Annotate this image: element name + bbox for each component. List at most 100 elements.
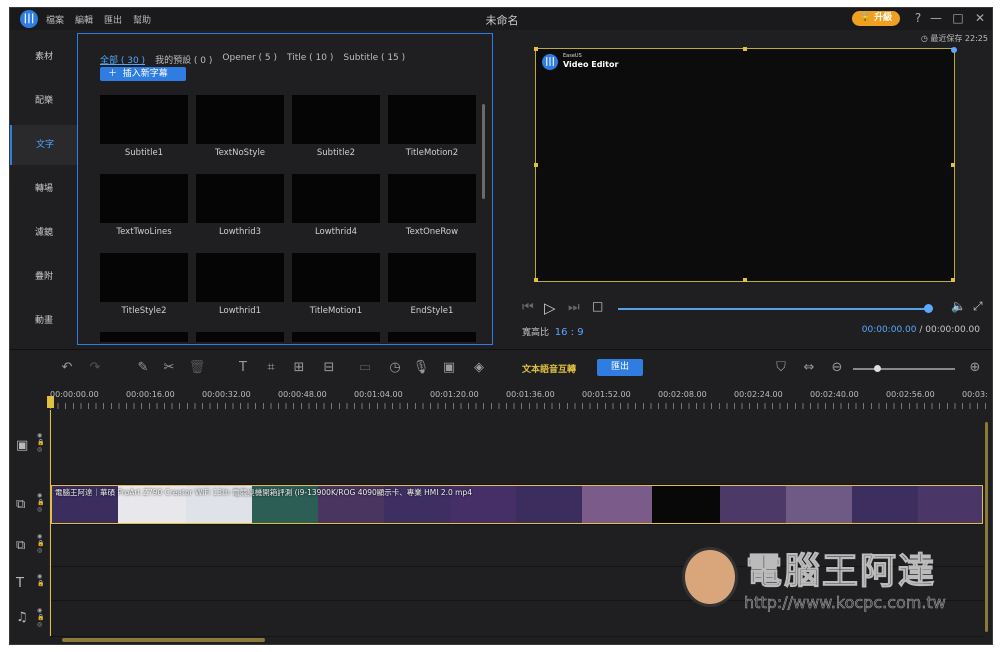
zoom-slider-knob[interactable] [874, 365, 881, 372]
playback-progress-bar[interactable] [618, 308, 930, 310]
mosaic-icon[interactable]: ▭ [356, 359, 374, 377]
resize-handle[interactable] [951, 163, 955, 167]
clip-frame [786, 486, 852, 523]
maximize-button[interactable]: □ [950, 10, 966, 26]
sidebar-item-animation[interactable]: 動畫 [10, 301, 78, 341]
text-to-speech-button[interactable]: 文本語音互轉 [522, 362, 576, 375]
template-card[interactable]: TitleStyle2 [100, 253, 188, 316]
preview-canvas[interactable]: ||| EaseUS Video Editor [534, 47, 957, 282]
sidebar-item-music[interactable]: 配樂 [10, 81, 78, 121]
template-card[interactable] [100, 332, 188, 342]
track-header-pip-2: ⧉ ◉ 🔒 ◎ [10, 525, 50, 567]
ruler-tick-label: 00:00:48.00 [278, 390, 327, 399]
timeline-vertical-scrollbar[interactable] [985, 422, 988, 632]
template-card[interactable]: TitleMotion2 [388, 95, 476, 158]
ruler-ticks [50, 403, 992, 409]
minimize-button[interactable]: — [928, 10, 944, 26]
track-controls-icon[interactable]: ◉ 🔒 ◎ [37, 492, 44, 513]
trash-icon[interactable]: 🗑 [188, 359, 206, 377]
help-icon[interactable]: ? [910, 10, 926, 26]
volume-icon[interactable]: 🔈 [951, 299, 966, 313]
menu-edit[interactable]: 編輯 [75, 13, 93, 26]
next-frame-icon[interactable]: ⏭ [568, 300, 580, 315]
template-card[interactable]: Lowthrid3 [196, 174, 284, 237]
filter-title[interactable]: Title ( 10 ) [287, 53, 333, 66]
resize-handle[interactable] [743, 47, 747, 51]
filter-subtitle[interactable]: Subtitle ( 15 ) [343, 53, 405, 66]
timeline-horizontal-scrollbar[interactable] [62, 638, 265, 642]
template-card[interactable]: Lowthrid4 [292, 174, 380, 237]
template-card[interactable]: TitleMotion1 [292, 253, 380, 316]
sidebar-item-text[interactable]: 文字 [10, 125, 78, 165]
template-card[interactable] [196, 332, 284, 342]
sidebar-item-overlays[interactable]: 疊附 [10, 257, 78, 297]
template-card[interactable]: TextNoStyle [196, 95, 284, 158]
split-screen-icon[interactable]: ⊟ [320, 359, 338, 377]
track-controls-icon[interactable]: ◉ 🔒 ◎ [37, 432, 44, 453]
undo-icon[interactable]: ↶ [58, 359, 76, 377]
resize-handle[interactable] [743, 278, 747, 282]
scissors-icon[interactable]: ✂ [160, 359, 178, 377]
marker-icon[interactable]: ⛉ [772, 359, 790, 377]
template-label: Lowthrid1 [218, 306, 262, 316]
track-controls-icon[interactable]: ◉ 🔒 [37, 573, 44, 587]
music-track-icon: ♫ [16, 610, 28, 625]
close-button[interactable]: ✕ [972, 10, 988, 26]
ruler-tick-label: 00:02:08.00 [658, 390, 707, 399]
mascot-face-icon [682, 547, 738, 607]
resize-handle[interactable] [951, 47, 957, 53]
filter-opener[interactable]: Opener ( 5 ) [222, 53, 277, 66]
sidebar-item-filters[interactable]: 濾鏡 [10, 213, 78, 253]
sidebar-item-media[interactable]: 素材 [10, 37, 78, 77]
play-icon[interactable]: ▷ [544, 299, 556, 317]
track-controls-icon[interactable]: ◉ 🔒 ◎ [37, 533, 44, 554]
template-card[interactable] [292, 332, 380, 342]
video-clip[interactable]: 電腦王阿達｜華碩 ProArt Z790 Creator WiFi 13th 電… [51, 485, 983, 524]
resize-handle[interactable] [534, 163, 538, 167]
menu-file[interactable]: 檔案 [46, 13, 64, 26]
template-card[interactable]: EndStyle1 [388, 253, 476, 316]
filter-all[interactable]: 全部 ( 30 ) [100, 53, 145, 66]
template-card[interactable]: TextTwoLines [100, 174, 188, 237]
template-card[interactable] [388, 332, 476, 342]
panel-scrollbar[interactable] [482, 104, 485, 199]
resize-handle[interactable] [951, 278, 955, 282]
clock-icon[interactable]: ◷ [386, 359, 404, 377]
filter-my-presets[interactable]: 我的預設 ( 0 ) [155, 53, 212, 66]
fit-timeline-icon[interactable]: ⇔ [800, 359, 818, 377]
zoom-in-icon[interactable]: ⊕ [966, 359, 984, 377]
export-button[interactable]: 匯出 [597, 359, 643, 376]
crop-icon[interactable]: ⌗ [262, 359, 280, 377]
track-lane[interactable] [50, 410, 984, 485]
playhead-handle[interactable] [47, 396, 54, 408]
aspect-ratio[interactable]: 寬高比 16 : 9 [522, 325, 584, 338]
prev-frame-icon[interactable]: ⏮ [522, 300, 534, 315]
pencil-icon[interactable]: ✎ [134, 359, 152, 377]
text-icon[interactable]: T [234, 359, 252, 377]
zoom-slider[interactable] [853, 368, 955, 370]
insert-subtitle-button[interactable]: ＋ 插入新字幕 [100, 67, 186, 81]
timeline-ruler[interactable]: 00:00:00.00 00:00:16.00 00:00:32.00 00:0… [50, 386, 992, 410]
menu-help[interactable]: 幫助 [133, 13, 151, 26]
template-card[interactable]: Subtitle2 [292, 95, 380, 158]
microphone-icon[interactable]: 🎙 [412, 359, 430, 377]
template-card[interactable]: Lowthrid1 [196, 253, 284, 316]
menu-export[interactable]: 匯出 [104, 13, 122, 26]
resize-handle[interactable] [534, 47, 538, 51]
redo-icon[interactable]: ↷ [86, 359, 104, 377]
upgrade-button[interactable]: 🔒 升級 [852, 11, 900, 26]
stop-icon[interactable]: □ [592, 299, 603, 313]
playback-progress-knob[interactable] [924, 304, 933, 313]
template-card[interactable]: Subtitle1 [100, 95, 188, 158]
color-fill-icon[interactable]: ◈ [470, 359, 488, 377]
track-controls-icon[interactable]: ◉ 🔒 ◎ [37, 607, 44, 628]
template-card[interactable]: TextOneRow [388, 174, 476, 237]
add-frame-icon[interactable]: ⊞ [290, 359, 308, 377]
resize-handle[interactable] [534, 278, 538, 282]
fullscreen-icon[interactable]: ⤢ [973, 299, 983, 314]
preview-area: ◷ 最近保存 22:25 ||| EaseUS Video Editor ⏮ ▷… [498, 33, 992, 345]
freeze-frame-icon[interactable]: ▣ [440, 359, 458, 377]
clip-frame [720, 486, 786, 523]
sidebar-item-transitions[interactable]: 轉場 [10, 169, 78, 209]
zoom-out-icon[interactable]: ⊖ [828, 359, 846, 377]
